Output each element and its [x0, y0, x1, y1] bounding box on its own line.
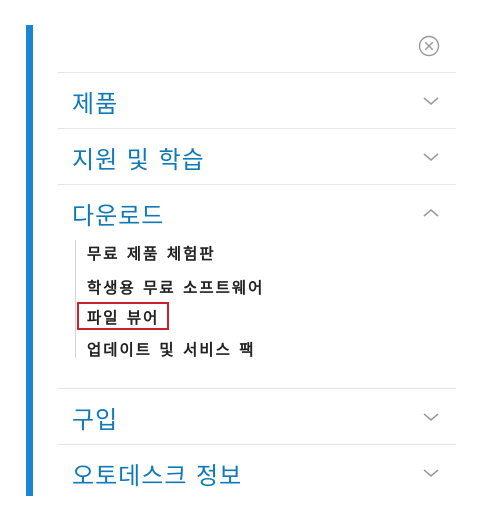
- chevron-down-icon: [422, 151, 440, 163]
- nav-section-buy[interactable]: 구입: [58, 389, 456, 445]
- nav-section-label: 오토데스크 정보: [72, 461, 243, 490]
- chevron-up-icon: [422, 207, 440, 219]
- chevron-down-icon: [422, 467, 440, 479]
- submenu-item-free-trials[interactable]: 무료 제품 체험판: [87, 242, 216, 264]
- submenu-tree-line: [75, 240, 76, 358]
- close-circle-icon: [418, 35, 440, 57]
- nav-section-label: 제품: [72, 89, 119, 118]
- accent-bar: [26, 25, 33, 496]
- nav-section-support[interactable]: 지원 및 학습: [58, 129, 456, 185]
- submenu-item-updates-service-packs[interactable]: 업데이트 및 서비스 팩: [87, 338, 256, 360]
- nav-section-products[interactable]: 제품: [58, 73, 456, 129]
- nav-section-downloads[interactable]: 다운로드: [58, 185, 456, 241]
- nav-section-label: 지원 및 학습: [72, 145, 205, 174]
- nav-section-about[interactable]: 오토데스크 정보: [58, 445, 456, 501]
- chevron-down-icon: [422, 95, 440, 107]
- chevron-down-icon: [422, 411, 440, 423]
- nav-section-label: 구입: [72, 405, 119, 434]
- highlight-box: [77, 302, 169, 330]
- close-button[interactable]: [418, 35, 440, 57]
- submenu-item-student-software[interactable]: 학생용 무료 소프트웨어: [87, 276, 264, 298]
- nav-section-label: 다운로드: [72, 201, 165, 230]
